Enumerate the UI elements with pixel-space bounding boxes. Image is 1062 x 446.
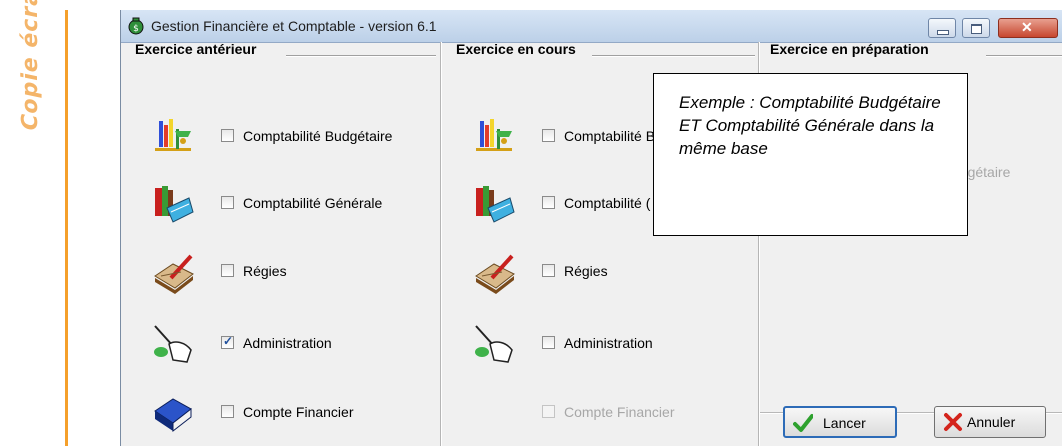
annotation-callout: Exemple : Comptabilité Budgétaire ET Com… bbox=[653, 73, 968, 236]
option-row: Administration bbox=[442, 322, 760, 372]
checkbox[interactable] bbox=[221, 334, 234, 349]
panel-header: Exercice antérieur bbox=[121, 41, 441, 57]
checkbox[interactable] bbox=[542, 129, 555, 142]
money-bag-icon: $ bbox=[128, 17, 144, 35]
option-label[interactable]: Comptabilité Générale bbox=[243, 195, 382, 211]
group-border bbox=[986, 55, 1062, 56]
ledger-pen-icon bbox=[475, 254, 515, 294]
books-icon bbox=[155, 186, 194, 223]
panel-title: Exercice en cours bbox=[456, 41, 576, 57]
orange-divider-line bbox=[65, 10, 68, 446]
annuler-button[interactable]: Annuler bbox=[934, 406, 1046, 438]
option-row: Régies bbox=[121, 250, 441, 300]
checkbox[interactable] bbox=[221, 264, 234, 277]
option-label[interactable]: Régies bbox=[564, 263, 608, 279]
callout-text: Exemple : Comptabilité Budgétaire ET Com… bbox=[679, 93, 941, 158]
option-row: Administration bbox=[121, 322, 441, 372]
option-row: Comptabilité Générale bbox=[121, 182, 441, 232]
balance-scale-icon bbox=[155, 119, 191, 151]
checkbox[interactable] bbox=[221, 405, 234, 418]
checkbox bbox=[542, 405, 555, 418]
books-icon bbox=[476, 186, 515, 223]
hand-pointer-icon bbox=[475, 325, 513, 363]
checkbox[interactable] bbox=[542, 264, 555, 277]
close-icon: ✕ bbox=[1021, 19, 1033, 35]
lancer-button[interactable]: Lancer bbox=[783, 406, 897, 438]
panel-header: Exercice en cours bbox=[442, 41, 760, 57]
ledger-pen-icon bbox=[154, 254, 194, 294]
minimize-icon bbox=[937, 30, 949, 35]
option-label[interactable]: Comptabilité ( bbox=[564, 195, 650, 211]
hand-pointer-icon bbox=[154, 325, 192, 363]
checkbox[interactable] bbox=[542, 196, 555, 209]
option-label[interactable]: Comptabilité Budgétaire bbox=[243, 128, 392, 144]
panel-title: Exercice en préparation bbox=[770, 41, 929, 57]
option-row: Compte Financier bbox=[121, 391, 441, 441]
panel-exercice-anterieur: Exercice antérieur Comptabilité Budgétai… bbox=[121, 41, 441, 446]
cross-icon bbox=[944, 413, 962, 431]
option-row: Compte Financier bbox=[442, 391, 760, 441]
svg-text:$: $ bbox=[133, 24, 139, 34]
window-title: Gestion Financière et Comptable - versio… bbox=[151, 18, 437, 34]
panel-header: Exercice en préparation bbox=[760, 41, 1062, 57]
option-row: Comptabilité Budgétaire bbox=[121, 115, 441, 165]
option-row: Régies bbox=[442, 250, 760, 300]
group-border bbox=[592, 55, 755, 56]
option-label[interactable]: Comptabilité B bbox=[564, 128, 655, 144]
minimize-button[interactable] bbox=[928, 18, 956, 38]
close-button[interactable]: ✕ bbox=[998, 18, 1058, 38]
checkbox[interactable] bbox=[542, 336, 555, 349]
option-label[interactable]: Administration bbox=[243, 335, 332, 351]
lancer-label: Lancer bbox=[823, 415, 866, 431]
checkbox[interactable] bbox=[221, 196, 234, 209]
checkbox[interactable] bbox=[221, 129, 234, 142]
maximize-icon bbox=[971, 24, 982, 34]
panel-title: Exercice antérieur bbox=[135, 41, 257, 57]
option-label: Compte Financier bbox=[564, 404, 675, 420]
side-label: Copie écran bbox=[18, 0, 43, 134]
checkmark-icon bbox=[793, 414, 813, 432]
blue-book-icon bbox=[154, 398, 192, 433]
title-bar[interactable]: $ Gestion Financière et Comptable - vers… bbox=[121, 10, 1062, 43]
group-border bbox=[286, 55, 436, 56]
annuler-label: Annuler bbox=[967, 414, 1016, 430]
option-label[interactable]: Compte Financier bbox=[243, 404, 354, 420]
maximize-button[interactable] bbox=[962, 18, 990, 38]
balance-scale-icon bbox=[476, 119, 512, 151]
option-label[interactable]: Régies bbox=[243, 263, 287, 279]
option-label[interactable]: Administration bbox=[564, 335, 653, 351]
